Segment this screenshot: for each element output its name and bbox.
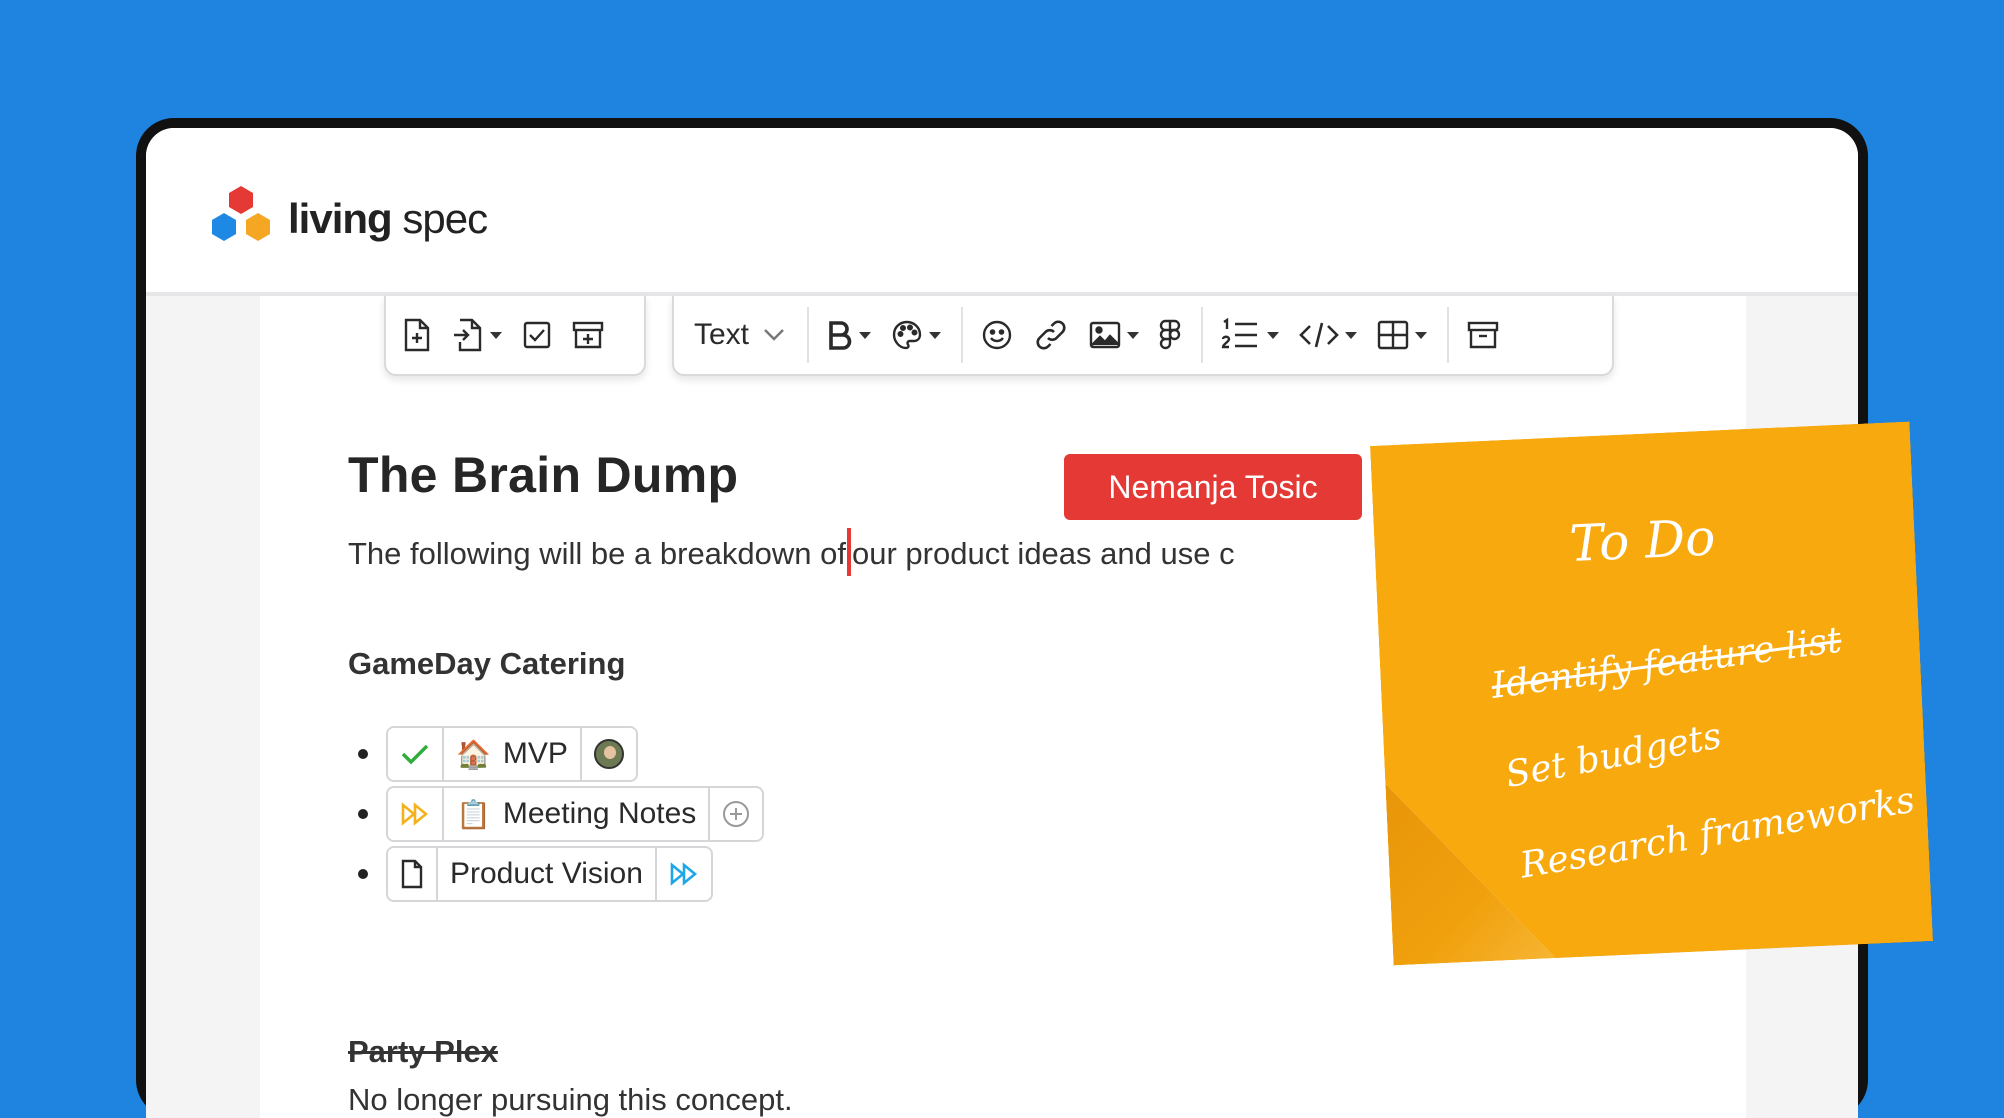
toolbar-divider bbox=[807, 307, 810, 363]
page-link-label: Meeting Notes bbox=[502, 797, 697, 830]
house-icon: 🏠 bbox=[456, 738, 491, 770]
table-icon bbox=[1377, 320, 1409, 350]
code-icon bbox=[1299, 322, 1339, 348]
sticky-note-title: To Do bbox=[1568, 508, 1717, 574]
page-icon-cell[interactable] bbox=[388, 848, 436, 900]
bullet bbox=[358, 869, 368, 879]
section-description[interactable]: No longer pursuing this concept. bbox=[348, 1082, 793, 1118]
bold-button[interactable] bbox=[827, 307, 872, 363]
add-assignee-cell[interactable] bbox=[708, 788, 762, 840]
file-import-icon bbox=[454, 318, 482, 352]
dropdown-caret-icon bbox=[859, 331, 872, 339]
logo[interactable]: living spec bbox=[206, 184, 488, 254]
linked-pages-list: 🏠 MVP 📋 Meeting Notes Product Vision bbox=[358, 724, 765, 904]
table-button[interactable] bbox=[1377, 307, 1428, 363]
figma-embed-button[interactable] bbox=[1159, 307, 1181, 363]
toolbar-divider bbox=[1201, 307, 1204, 363]
page-title-cell[interactable]: 🏠 MVP bbox=[442, 728, 580, 780]
archive-plus-icon bbox=[572, 321, 604, 349]
collaborator-cursor-label: Nemanja Tosic bbox=[1064, 454, 1362, 520]
import-button[interactable] bbox=[452, 307, 502, 363]
document-icon bbox=[401, 859, 423, 889]
archive-icon bbox=[1467, 321, 1499, 349]
link-button[interactable] bbox=[1033, 307, 1069, 363]
status-cell[interactable] bbox=[654, 848, 711, 900]
text-style-select[interactable]: Text bbox=[694, 318, 785, 352]
assignee-cell[interactable] bbox=[579, 728, 636, 780]
archive-button[interactable] bbox=[1467, 307, 1499, 363]
link-icon bbox=[1036, 320, 1066, 350]
color-button[interactable] bbox=[891, 307, 942, 363]
toolbar-formatting: Text bbox=[672, 296, 1614, 376]
image-button[interactable] bbox=[1089, 307, 1140, 363]
check-icon bbox=[401, 744, 429, 765]
add-circle-icon bbox=[723, 801, 750, 827]
list-item: Product Vision bbox=[358, 844, 764, 904]
file-plus-icon bbox=[404, 318, 430, 352]
bullet bbox=[358, 809, 368, 819]
fast-forward-icon bbox=[401, 802, 429, 826]
code-button[interactable] bbox=[1299, 307, 1358, 363]
intro-text-before: The following will be a breakdown of bbox=[348, 536, 846, 571]
numbered-list-icon bbox=[1221, 318, 1258, 349]
bold-icon bbox=[829, 321, 852, 350]
list-item: 🏠 MVP bbox=[358, 724, 764, 784]
collaborator-caret bbox=[847, 528, 851, 576]
page-link-chip[interactable]: 🏠 MVP bbox=[386, 726, 638, 782]
page-link-chip[interactable]: 📋 Meeting Notes bbox=[386, 786, 765, 842]
checklist-button[interactable] bbox=[522, 307, 552, 363]
brand-name: living spec bbox=[288, 195, 488, 242]
smiley-icon bbox=[982, 320, 1012, 350]
dropdown-caret-icon bbox=[1415, 331, 1428, 339]
avatar bbox=[593, 739, 624, 769]
page-link-label: Product Vision bbox=[450, 857, 643, 890]
dropdown-caret-icon bbox=[1127, 331, 1140, 339]
image-icon bbox=[1089, 321, 1121, 349]
checkbox-icon bbox=[523, 321, 551, 349]
page-link-chip[interactable]: Product Vision bbox=[386, 846, 713, 902]
page-title-cell[interactable]: Product Vision bbox=[436, 848, 655, 900]
numbered-list-button[interactable] bbox=[1221, 307, 1280, 363]
toolbar-divider bbox=[1447, 307, 1450, 363]
toolbar-page-actions bbox=[384, 296, 646, 376]
emoji-button[interactable] bbox=[981, 307, 1013, 363]
logo-hexagons-icon bbox=[212, 186, 270, 241]
list-item: 📋 Meeting Notes bbox=[358, 784, 765, 844]
bullet bbox=[358, 749, 368, 759]
app-header: living spec bbox=[146, 128, 1858, 296]
page-title[interactable]: The Brain Dump bbox=[348, 446, 738, 504]
status-cell[interactable] bbox=[388, 728, 442, 780]
palette-icon bbox=[892, 320, 922, 350]
dropdown-caret-icon bbox=[490, 331, 502, 339]
toolbar-divider bbox=[961, 307, 964, 363]
page-title-cell[interactable]: 📋 Meeting Notes bbox=[442, 788, 708, 840]
dropdown-caret-icon bbox=[1267, 331, 1280, 339]
fast-forward-icon bbox=[670, 862, 697, 886]
section-heading[interactable]: GameDay Catering bbox=[348, 646, 625, 682]
intro-text-after: our product ideas and use c bbox=[852, 536, 1235, 571]
new-page-button[interactable] bbox=[402, 307, 432, 363]
add-archive-button[interactable] bbox=[572, 307, 604, 363]
figma-icon bbox=[1159, 319, 1181, 350]
sticky-note[interactable]: To Do Identify feature list Set budgets … bbox=[1370, 421, 1943, 975]
page-link-label: MVP bbox=[502, 737, 568, 770]
section-heading-struck[interactable]: Party Plex bbox=[348, 1034, 498, 1070]
intro-paragraph[interactable]: The following will be a breakdown of our … bbox=[348, 528, 1235, 576]
chevron-down-icon bbox=[764, 329, 784, 341]
clipboard-icon: 📋 bbox=[456, 798, 491, 830]
status-cell[interactable] bbox=[388, 788, 442, 840]
text-style-label: Text bbox=[694, 318, 750, 351]
dropdown-caret-icon bbox=[1345, 331, 1358, 339]
dropdown-caret-icon bbox=[929, 331, 942, 339]
